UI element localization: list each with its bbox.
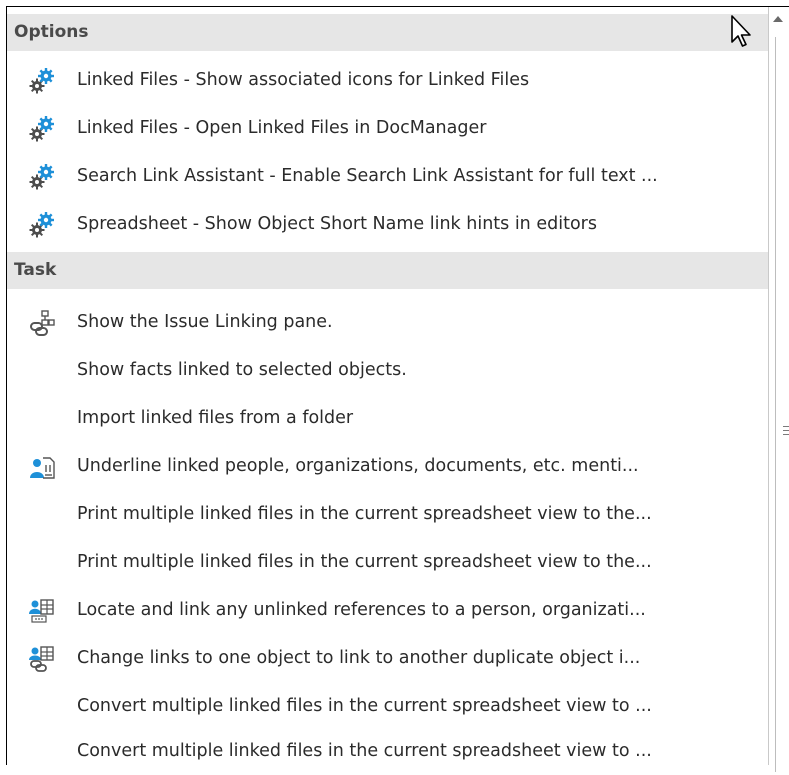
list-item-task[interactable]: Print multiple linked files in the curre…: [7, 538, 768, 586]
list-item-option[interactable]: Linked Files - Show associated icons for…: [7, 56, 768, 104]
list-item-label: Show facts linked to selected objects.: [77, 360, 407, 380]
gear-settings-icon: [29, 68, 54, 94]
mouse-pointer-icon: [731, 15, 751, 47]
group-header-options: Options: [7, 14, 768, 51]
list-item-label: Convert multiple linked files in the cur…: [77, 741, 652, 761]
list-item-label: Print multiple linked files in the curre…: [77, 552, 652, 572]
list-item-label: Show the Issue Linking pane.: [77, 312, 333, 332]
list-item-label: Search Link Assistant - Enable Search Li…: [77, 166, 658, 186]
list-item-option[interactable]: Linked Files - Open Linked Files in DocM…: [7, 104, 768, 152]
list-item-label: Print multiple linked files in the curre…: [77, 504, 652, 524]
list-item-label: Locate and link any unlinked references …: [77, 600, 646, 620]
list-item-task[interactable]: Show facts linked to selected objects.: [7, 346, 768, 394]
list-item-task[interactable]: Change links to one object to link to an…: [7, 634, 768, 682]
list-item-label: Linked Files - Open Linked Files in DocM…: [77, 118, 487, 138]
group-header-task: Task: [7, 252, 768, 289]
list-item-task[interactable]: Print multiple linked files in the curre…: [7, 490, 768, 538]
list-item-label: Change links to one object to link to an…: [77, 648, 641, 668]
list-item-task[interactable]: Convert multiple linked files in the cur…: [7, 682, 768, 730]
list-item-option[interactable]: Spreadsheet - Show Object Short Name lin…: [7, 200, 768, 248]
list-item-label: Underline linked people, organizations, …: [77, 456, 639, 476]
list-item-task[interactable]: Show the Issue Linking pane.: [7, 298, 768, 346]
list-item-task[interactable]: Locate and link any unlinked references …: [7, 586, 768, 634]
list-item-task[interactable]: Import linked files from a folder: [7, 394, 768, 442]
vertical-scrollbar[interactable]: [768, 7, 789, 772]
group-header-task-label: Task: [14, 260, 57, 280]
gear-settings-icon: [29, 164, 54, 190]
list-item-label: Linked Files - Show associated icons for…: [77, 70, 530, 90]
scroll-up-arrow-icon[interactable]: [773, 16, 783, 22]
list-item-task[interactable]: Underline linked people, organizations, …: [7, 442, 768, 490]
options-task-list-window: Options Linked Files - Show associated i…: [0, 0, 789, 772]
group-header-options-label: Options: [14, 22, 89, 42]
scroll-thumb[interactable]: [775, 37, 789, 772]
person-table-icon: [29, 599, 54, 623]
person-document-icon: [30, 457, 55, 479]
person-link-icon: [29, 646, 54, 672]
list-item-label: Spreadsheet - Show Object Short Name lin…: [77, 214, 597, 234]
gear-settings-icon: [29, 212, 54, 238]
list-item-task[interactable]: Convert multiple linked files in the cur…: [7, 727, 768, 775]
list-item-option[interactable]: Search Link Assistant - Enable Search Li…: [7, 152, 768, 200]
issue-linking-icon: [30, 310, 55, 336]
list-item-label: Import linked files from a folder: [77, 408, 354, 428]
top-border: [6, 6, 789, 7]
gear-settings-icon: [29, 116, 54, 142]
scroll-grip-icon: [783, 426, 789, 435]
list-item-label: Convert multiple linked files in the cur…: [77, 696, 652, 716]
